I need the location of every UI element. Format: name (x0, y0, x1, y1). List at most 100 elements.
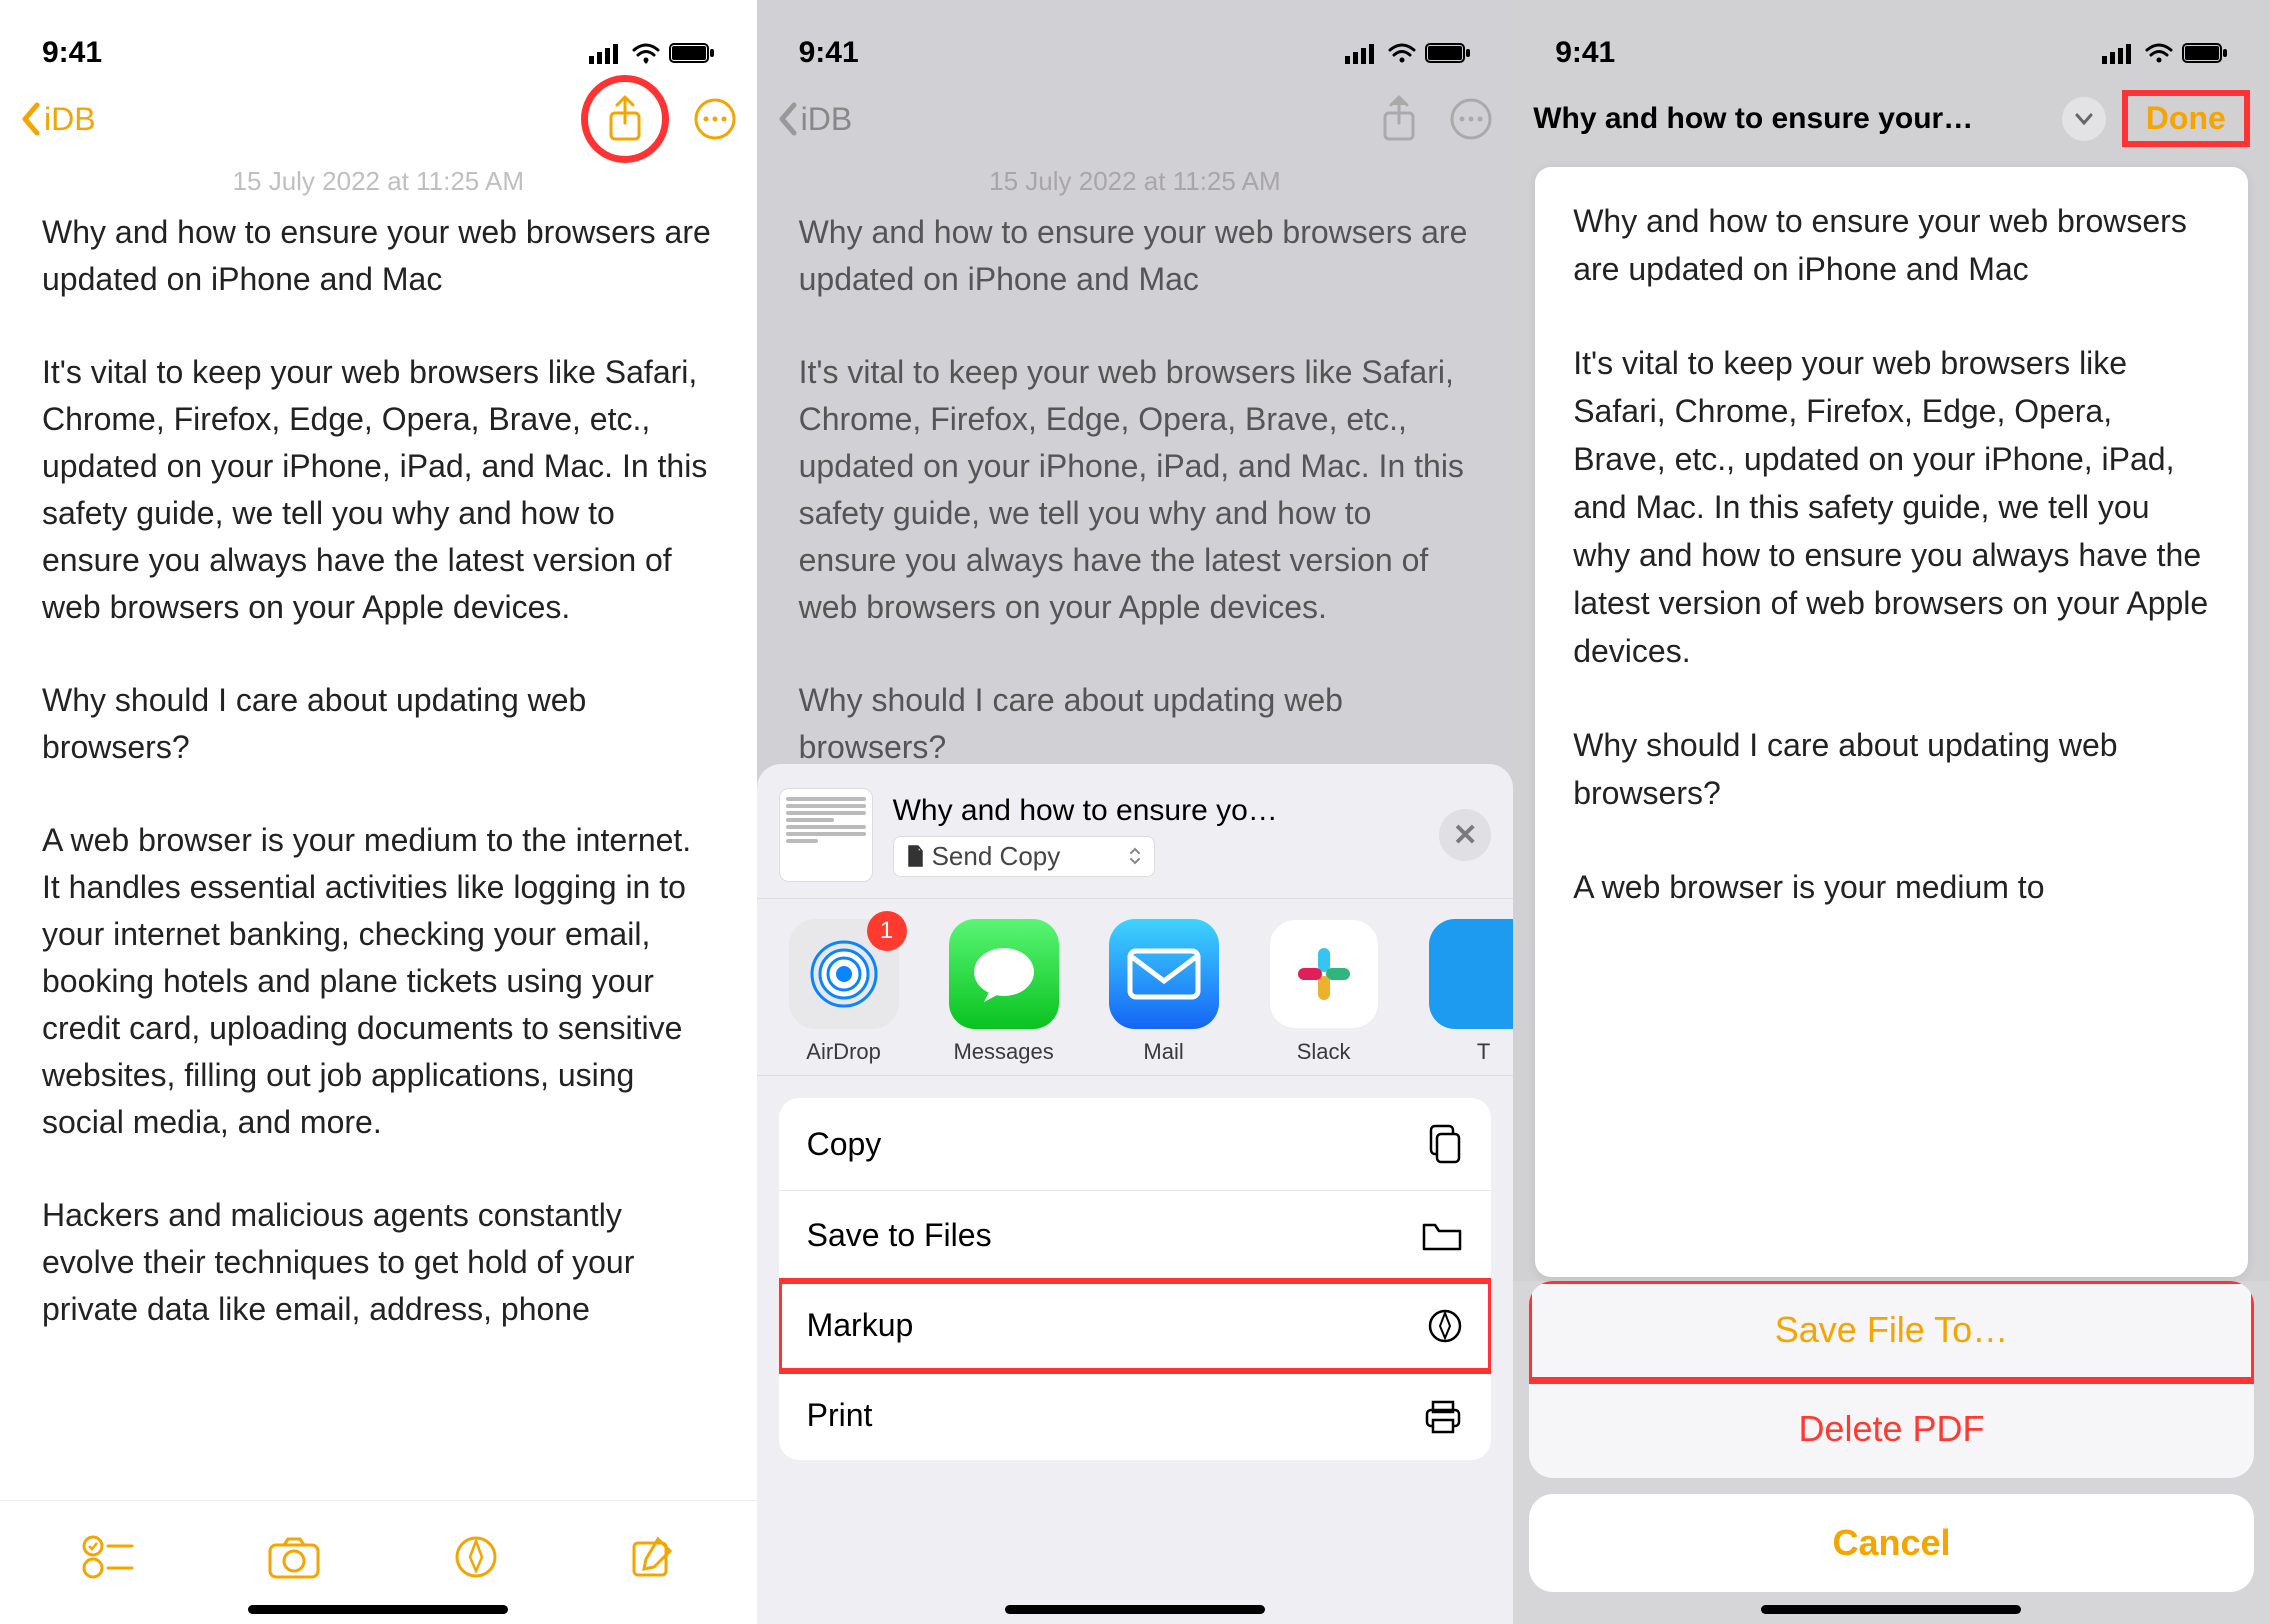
slack-icon (1292, 942, 1356, 1006)
note-title: Why and how to ensure your web browsers … (42, 209, 715, 303)
app-slack[interactable]: Slack (1259, 919, 1389, 1065)
screenshot-markup-save: 9:41 Why and how to ensure your… Done Wh… (1513, 0, 2270, 1624)
markup-pen-icon[interactable] (454, 1535, 498, 1579)
note-paragraph: A web browser is your medium to the inte… (42, 817, 715, 1146)
battery-icon (2182, 42, 2228, 64)
action-print[interactable]: Print (779, 1371, 1492, 1460)
done-button[interactable]: Done (2138, 100, 2234, 136)
share-apps-row[interactable]: 1 AirDrop Messages Mail (757, 898, 1514, 1076)
preview-paragraph: Why should I care about updating web bro… (1573, 721, 2210, 817)
folder-icon (1421, 1219, 1463, 1253)
markup-pen-icon (1427, 1308, 1463, 1344)
camera-icon[interactable] (266, 1535, 322, 1579)
note-date: 15 July 2022 at 11:25 AM (757, 158, 1514, 197)
mail-icon (1126, 947, 1202, 1001)
status-icons (2102, 42, 2228, 64)
back-label: iDB (801, 101, 853, 138)
preview-paragraph: A web browser is your medium to (1573, 863, 2210, 911)
markup-header: Why and how to ensure your… Done (1513, 80, 2270, 153)
done-highlight: Done (2122, 90, 2250, 147)
copy-icon (1427, 1124, 1463, 1164)
printer-icon (1423, 1398, 1463, 1434)
airdrop-badge: 1 (867, 911, 907, 951)
send-copy-label: Send Copy (932, 841, 1061, 872)
wifi-icon (1387, 42, 1417, 64)
screenshot-share-sheet: 9:41 iDB 15 July 2022 at 11:25 AM Why an… (757, 0, 1514, 1624)
share-title: Why and how to ensure yo… (893, 794, 1420, 828)
checklist-icon[interactable] (82, 1535, 134, 1579)
note-thumbnail-icon (779, 788, 873, 882)
action-label: Markup (807, 1307, 914, 1344)
delete-pdf-button[interactable]: Delete PDF (1529, 1380, 2254, 1478)
status-bar: 9:41 (757, 0, 1514, 80)
note-paragraph: Why should I care about updating web bro… (799, 677, 1472, 771)
chevron-left-icon (20, 101, 42, 137)
app-mail[interactable]: Mail (1099, 919, 1229, 1065)
share-actions-list: Copy Save to Files Markup Print (779, 1098, 1492, 1460)
action-save-files[interactable]: Save to Files (779, 1191, 1492, 1281)
markup-title: Why and how to ensure your… (1533, 102, 2046, 136)
action-sheet-options: Save File To… Delete PDF (1529, 1281, 2254, 1478)
share-sheet-header: Why and how to ensure yo… Send Copy ✕ (757, 782, 1514, 898)
action-copy[interactable]: Copy (779, 1098, 1492, 1191)
app-twitter-partial[interactable]: T (1419, 919, 1514, 1065)
cellular-icon (589, 42, 623, 64)
app-messages[interactable]: Messages (939, 919, 1069, 1065)
note-icon (906, 845, 924, 867)
delete-label: Delete PDF (1798, 1408, 1984, 1449)
home-indicator[interactable] (1005, 1605, 1265, 1614)
pdf-preview[interactable]: Why and how to ensure your web browsers … (1535, 167, 2248, 1277)
up-down-chevron-icon (1128, 846, 1142, 866)
share-icon[interactable] (605, 95, 645, 143)
status-bar: 9:41 (1513, 0, 2270, 80)
app-label: Mail (1143, 1039, 1183, 1065)
app-airdrop[interactable]: 1 AirDrop (779, 919, 909, 1065)
home-indicator[interactable] (1761, 1605, 2021, 1614)
note-body: Why and how to ensure your web browsers … (757, 197, 1514, 771)
action-markup[interactable]: Markup (779, 1281, 1492, 1371)
compose-icon[interactable] (630, 1535, 674, 1579)
more-icon[interactable] (693, 97, 737, 141)
status-time: 9:41 (1555, 36, 1615, 70)
cellular-icon (1345, 42, 1379, 64)
chevron-down-icon[interactable] (2062, 97, 2106, 141)
app-label: AirDrop (806, 1039, 881, 1065)
nav-bar: iDB (0, 80, 757, 158)
chevron-left-icon (777, 101, 799, 137)
note-paragraph: Why should I care about updating web bro… (42, 677, 715, 771)
airdrop-icon (808, 938, 880, 1010)
status-icons (1345, 42, 1471, 64)
note-paragraph: Hackers and malicious agents constantly … (42, 1192, 715, 1333)
send-copy-selector[interactable]: Send Copy (893, 836, 1156, 877)
share-icon (1379, 95, 1419, 143)
bottom-toolbar (0, 1500, 757, 1600)
note-paragraph: It's vital to keep your web browsers lik… (799, 349, 1472, 631)
nav-bar: iDB (757, 80, 1514, 158)
cancel-card: Cancel (1529, 1494, 2254, 1592)
status-icons (589, 42, 715, 64)
preview-title: Why and how to ensure your web browsers … (1573, 197, 2210, 293)
save-label: Save File To… (1775, 1309, 2008, 1350)
app-label: Slack (1297, 1039, 1351, 1065)
status-time: 9:41 (799, 36, 859, 70)
action-label: Save to Files (807, 1217, 992, 1254)
app-label: T (1477, 1039, 1490, 1065)
cancel-button[interactable]: Cancel (1529, 1494, 2254, 1592)
back-button[interactable]: iDB (20, 101, 96, 138)
cellular-icon (2102, 42, 2136, 64)
save-file-to-button[interactable]: Save File To… (1529, 1281, 2254, 1380)
back-label: iDB (44, 101, 96, 138)
cancel-label: Cancel (1832, 1522, 1950, 1563)
action-label: Copy (807, 1126, 882, 1163)
messages-icon (969, 944, 1039, 1004)
status-bar: 9:41 (0, 0, 757, 80)
back-button: iDB (777, 101, 853, 138)
share-highlight (581, 75, 669, 163)
action-sheet: Save File To… Delete PDF Cancel (1513, 1281, 2270, 1624)
close-icon[interactable]: ✕ (1439, 809, 1491, 861)
home-indicator[interactable] (248, 1605, 508, 1614)
battery-icon (1425, 42, 1471, 64)
more-icon (1449, 97, 1493, 141)
screenshot-notes-app: 9:41 iDB 15 July 2022 at 11:25 AM Why an… (0, 0, 757, 1624)
status-time: 9:41 (42, 36, 102, 70)
